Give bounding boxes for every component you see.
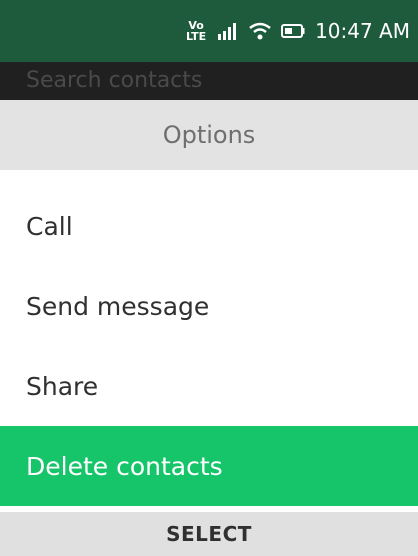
options-title: Options — [0, 100, 418, 170]
options-menu: Call Send message Share Delete contacts — [0, 186, 418, 506]
menu-item-call[interactable]: Call — [0, 186, 418, 266]
select-softkey[interactable]: SELECT — [0, 512, 418, 556]
clock: 10:47 AM — [315, 19, 410, 43]
signal-icon — [217, 22, 239, 40]
search-bar-behind: Search contacts — [0, 62, 418, 100]
menu-item-delete-contacts[interactable]: Delete contacts — [0, 426, 418, 506]
search-placeholder: Search contacts — [26, 68, 203, 93]
battery-icon — [281, 23, 305, 39]
menu-item-send-message[interactable]: Send message — [0, 266, 418, 346]
wifi-icon — [249, 22, 271, 40]
menu-item-share[interactable]: Share — [0, 346, 418, 426]
status-bar: Vo LTE 10:47 AM — [0, 0, 418, 62]
volte-icon: Vo LTE — [185, 19, 207, 43]
